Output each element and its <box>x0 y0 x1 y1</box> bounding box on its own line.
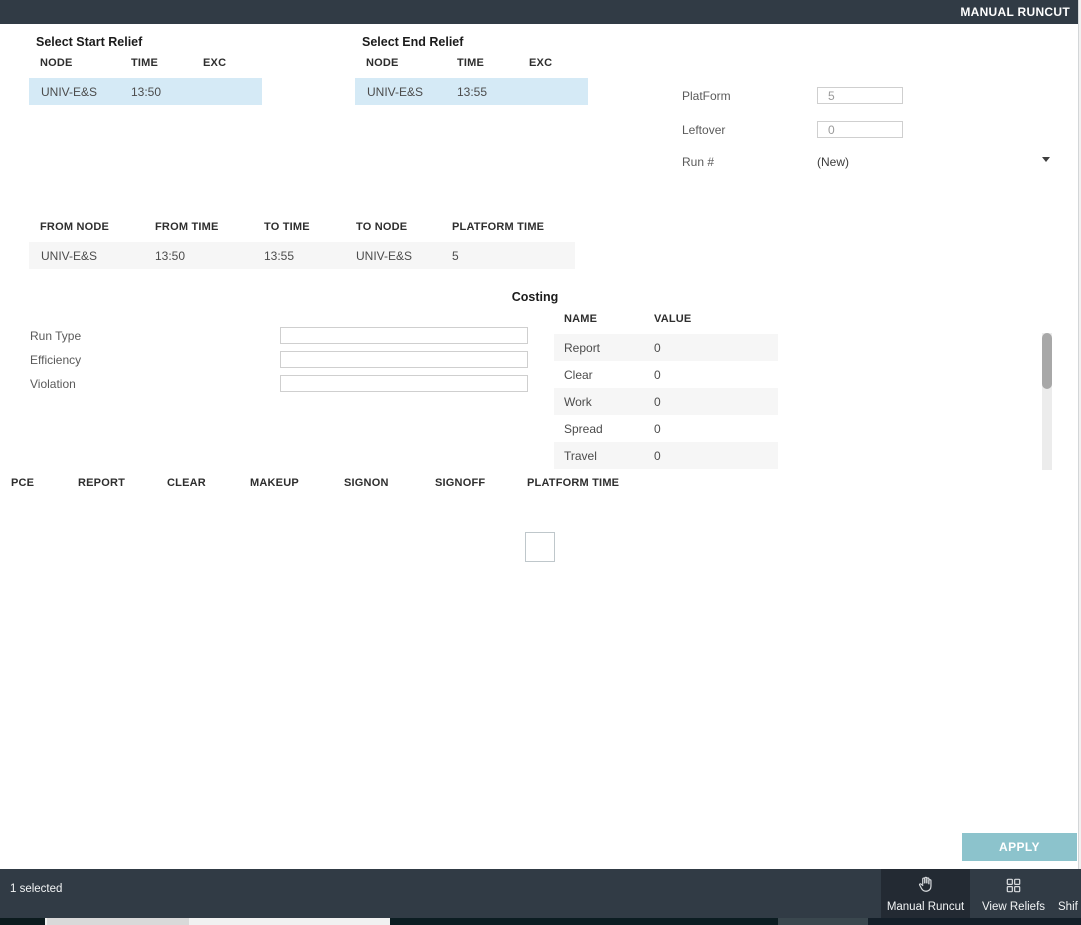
segment-from-time-cell: 13:50 <box>155 249 185 263</box>
pce-col-platform-time: PLATFORM TIME <box>527 477 619 489</box>
manual-runcut-label: Manual Runcut <box>887 901 964 913</box>
violation-input[interactable] <box>280 375 528 392</box>
costing-scrollbar-thumb[interactable] <box>1042 333 1052 389</box>
grid-icon <box>1005 877 1022 899</box>
costing-value-cell: 0 <box>654 449 661 463</box>
segment-col-to-time: TO TIME <box>264 221 310 233</box>
run-number-label: Run # <box>682 155 714 169</box>
segment-from-node-cell: UNIV-E&S <box>41 249 97 263</box>
segment-to-time-cell: 13:55 <box>264 249 294 263</box>
view-reliefs-button[interactable]: View Reliefs <box>973 869 1054 918</box>
start-relief-time-cell: 13:50 <box>131 85 161 99</box>
pce-col-report: REPORT <box>78 477 125 489</box>
start-relief-col-node: NODE <box>40 57 73 69</box>
costing-title: Costing <box>480 290 590 304</box>
end-relief-time-cell: 13:55 <box>457 85 487 99</box>
title-bar: MANUAL RUNCUT <box>0 0 1078 24</box>
run-number-dropdown[interactable]: (New) <box>817 153 1052 171</box>
pce-col-signon: SIGNON <box>344 477 389 489</box>
violation-label: Violation <box>30 377 76 391</box>
segment-row[interactable]: UNIV-E&S 13:50 13:55 UNIV-E&S 5 <box>29 242 575 269</box>
pce-col-pce: PCE <box>11 477 34 489</box>
pce-col-makeup: MAKEUP <box>250 477 299 489</box>
costing-col-value: VALUE <box>654 313 691 325</box>
segment-platform-time-cell: 5 <box>452 249 459 263</box>
pce-col-signoff: SIGNOFF <box>435 477 485 489</box>
shift-button-clipped[interactable]: Shif <box>1058 869 1081 918</box>
start-relief-col-exc: EXC <box>203 57 226 69</box>
costing-row-spread[interactable]: Spread 0 <box>554 415 778 442</box>
bottom-strip-dark-mid <box>390 918 778 925</box>
run-number-value: (New) <box>817 155 849 169</box>
efficiency-input[interactable] <box>280 351 528 368</box>
bottom-strip-slate-segment <box>778 918 868 925</box>
costing-value-cell: 0 <box>654 422 661 436</box>
costing-col-name: NAME <box>564 313 597 325</box>
costing-name-cell: Work <box>564 395 592 409</box>
start-relief-node-cell: UNIV-E&S <box>41 85 97 99</box>
bottom-strip-dark-right <box>868 918 1081 925</box>
leftover-label: Leftover <box>682 123 725 137</box>
end-relief-title: Select End Relief <box>362 35 463 49</box>
segment-to-node-cell: UNIV-E&S <box>356 249 412 263</box>
horizontal-scrollbar-thumb[interactable] <box>47 918 189 925</box>
run-type-input[interactable] <box>280 327 528 344</box>
hand-icon <box>916 875 935 899</box>
end-relief-col-exc: EXC <box>529 57 552 69</box>
shift-label: Shif <box>1058 901 1078 913</box>
segment-col-from-time: FROM TIME <box>155 221 219 233</box>
costing-name-cell: Travel <box>564 449 597 463</box>
bottom-strip-dark-left <box>0 918 45 925</box>
view-reliefs-label: View Reliefs <box>982 901 1045 913</box>
costing-name-cell: Clear <box>564 368 593 382</box>
costing-value-cell: 0 <box>654 341 661 355</box>
efficiency-label: Efficiency <box>30 353 81 367</box>
segment-col-platform-time: PLATFORM TIME <box>452 221 544 233</box>
apply-button[interactable]: APPLY <box>962 833 1077 861</box>
costing-row-travel[interactable]: Travel 0 <box>554 442 778 469</box>
end-relief-row-selected[interactable]: UNIV-E&S 13:55 <box>355 78 588 105</box>
platform-input[interactable] <box>817 87 903 104</box>
costing-name-cell: Report <box>564 341 600 355</box>
costing-row-report[interactable]: Report 0 <box>554 334 778 361</box>
segment-col-to-node: TO NODE <box>356 221 407 233</box>
segment-col-from-node: FROM NODE <box>40 221 109 233</box>
leftover-input[interactable] <box>817 121 903 138</box>
costing-value-cell: 0 <box>654 368 661 382</box>
end-relief-node-cell: UNIV-E&S <box>367 85 423 99</box>
run-type-label: Run Type <box>30 329 81 343</box>
start-relief-row-selected[interactable]: UNIV-E&S 13:50 <box>29 78 262 105</box>
caret-down-icon[interactable] <box>1042 157 1050 162</box>
status-bar: 1 selected Manual Runcut <box>0 869 1081 918</box>
manual-runcut-button[interactable]: Manual Runcut <box>881 869 970 918</box>
page-title: MANUAL RUNCUT <box>960 5 1070 19</box>
costing-row-clear[interactable]: Clear 0 <box>554 361 778 388</box>
costing-row-work[interactable]: Work 0 <box>554 388 778 415</box>
costing-value-cell: 0 <box>654 395 661 409</box>
empty-cell-box[interactable] <box>525 532 555 562</box>
start-relief-col-time: TIME <box>131 57 158 69</box>
manual-runcut-screen: { "title_bar": { "title": "MANUAL RUNCUT… <box>0 0 1081 925</box>
platform-label: PlatForm <box>682 89 731 103</box>
pce-col-clear: CLEAR <box>167 477 206 489</box>
costing-name-cell: Spread <box>564 422 603 436</box>
end-relief-col-time: TIME <box>457 57 484 69</box>
selection-count: 1 selected <box>10 883 62 895</box>
end-relief-col-node: NODE <box>366 57 399 69</box>
start-relief-title: Select Start Relief <box>36 35 142 49</box>
